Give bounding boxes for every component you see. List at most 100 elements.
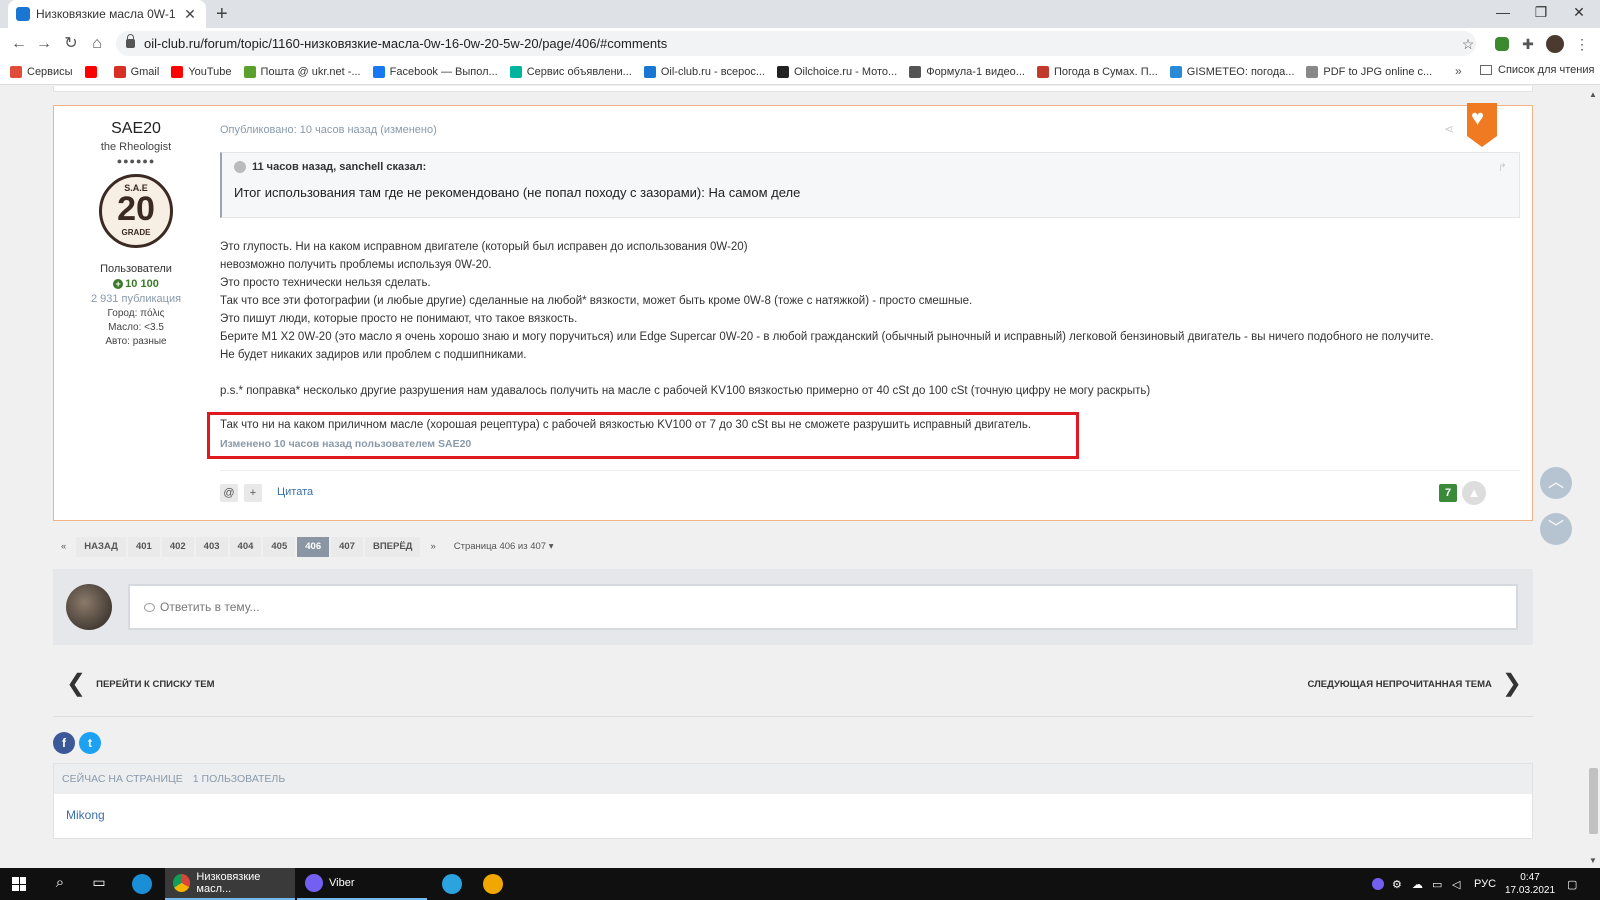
bookmark-star-icon[interactable]: ☆	[1458, 34, 1478, 54]
close-window-icon[interactable]: ✕	[1564, 4, 1594, 21]
page-403[interactable]: 403	[195, 537, 228, 557]
taskbar-chrome[interactable]: Низковязкие масл...	[165, 868, 295, 900]
next-unread-link[interactable]: СЛЕДУЮЩАЯ НЕПРОЧИТАННАЯ ТЕМА ❯	[1308, 670, 1523, 697]
bookmark-favicon-icon	[1169, 65, 1182, 78]
warning-app-icon[interactable]	[483, 874, 503, 894]
last-page-icon[interactable]: »	[422, 537, 443, 557]
windows-start-icon[interactable]	[12, 877, 26, 891]
reply-input[interactable]: Ответить в тему...	[128, 584, 1518, 630]
post-meta[interactable]: Опубликовано: 10 часов назад (изменено)	[220, 124, 437, 136]
minimize-icon[interactable]: —	[1488, 4, 1518, 20]
bookmark-favicon-icon	[10, 65, 22, 78]
bookmark-item[interactable]: Формула-1 видео...	[909, 65, 1025, 78]
page-402[interactable]: 402	[161, 537, 194, 557]
bookmark-label: YouTube	[188, 65, 232, 78]
scroll-top-icon[interactable]: ︿	[1540, 467, 1572, 499]
bookmark-item[interactable]: PDF to JPG online c...	[1306, 65, 1432, 78]
social-share: f t	[53, 732, 101, 754]
reload-icon[interactable]: ↻	[60, 33, 82, 55]
tray-language[interactable]: РУС	[1474, 878, 1496, 890]
share-icon[interactable]: ⋖	[1444, 122, 1454, 136]
home-icon[interactable]: ⌂	[86, 33, 108, 55]
bookmark-item[interactable]: GISMETEO: погода...	[1169, 65, 1295, 78]
tray-cloud-icon[interactable]: ☁	[1412, 878, 1423, 891]
search-icon[interactable]: ⌕	[50, 874, 70, 894]
extension-icon[interactable]	[1492, 34, 1512, 54]
author-name[interactable]: SAE20	[54, 120, 218, 138]
online-user-link[interactable]: Mikong	[54, 794, 1532, 822]
author-post-count[interactable]: 2 931 публикация	[54, 293, 218, 305]
edited-note: Изменено 10 часов назад пользователем SA…	[220, 438, 472, 450]
bookmark-item[interactable]: Oil-club.ru - всерос...	[643, 65, 765, 78]
back-to-topics-link[interactable]: ❮ ПЕРЕЙТИ К СПИСКУ ТЕМ	[66, 672, 215, 696]
bookmark-item[interactable]: Погода в Сумах. П...	[1036, 65, 1158, 78]
bookmark-item[interactable]: Gmail	[113, 65, 159, 78]
multiquote-button[interactable]: +	[244, 484, 262, 502]
current-user-avatar[interactable]	[66, 584, 112, 630]
scroll-down-arrow-icon[interactable]: ▼	[1589, 856, 1597, 865]
author-oil: Масло: <3.5	[108, 322, 164, 333]
quote-collapse-icon[interactable]	[234, 161, 246, 173]
restore-icon[interactable]: ❐	[1526, 4, 1556, 21]
prev-page-button[interactable]: НАЗАД	[76, 537, 126, 557]
bookmark-label: Погода в Сумах. П...	[1053, 65, 1158, 78]
reading-list-button[interactable]: Список для чтения	[1480, 64, 1594, 76]
mention-button[interactable]: @	[220, 484, 238, 502]
page-407[interactable]: 407	[331, 537, 363, 557]
quote-jump-icon[interactable]: ↱	[1498, 161, 1507, 174]
upvote-icon[interactable]: ▲	[1462, 481, 1486, 505]
lock-icon[interactable]	[126, 34, 135, 48]
tray-clock[interactable]: 0:47 17.03.2021	[1505, 871, 1555, 897]
new-tab-icon[interactable]: +	[216, 4, 228, 24]
page-401[interactable]: 401	[127, 537, 160, 557]
page-406-current[interactable]: 406	[297, 537, 330, 557]
address-bar[interactable]: oil-club.ru/forum/topic/1160-низковязкие…	[116, 31, 1476, 56]
taskbar-viber[interactable]: Viber	[297, 868, 427, 900]
badge-bottom-text: GRADE	[121, 228, 151, 237]
bookmark-item[interactable]: Пошта @ ukr.net -...	[243, 65, 361, 78]
forward-arrow-icon[interactable]: →	[33, 33, 55, 55]
bookmark-label: GISMETEO: погода...	[1186, 65, 1295, 78]
bookmark-item[interactable]: Oilchoice.ru - Мото...	[776, 65, 897, 78]
telegram-icon[interactable]	[442, 874, 462, 894]
scroll-up-arrow-icon[interactable]: ▲	[1589, 90, 1597, 99]
url-text[interactable]: oil-club.ru/forum/topic/1160-низковязкие…	[144, 36, 667, 51]
notifications-icon[interactable]: ▢	[1567, 878, 1577, 891]
task-view-icon[interactable]: ▭	[89, 874, 109, 894]
reading-list-icon	[1480, 65, 1492, 75]
close-tab-icon[interactable]: ✕	[182, 6, 198, 23]
page-405[interactable]: 405	[263, 537, 296, 557]
tray-viber-icon[interactable]	[1372, 878, 1384, 890]
bookmark-favicon-icon	[113, 65, 126, 78]
back-arrow-icon[interactable]: ←	[8, 33, 30, 55]
bookmark-item[interactable]: Facebook — Выпол...	[372, 65, 498, 78]
page-jump-dropdown[interactable]: Страница 406 из 407 ▾	[446, 537, 562, 557]
heart-badge-icon[interactable]	[1467, 103, 1497, 147]
tray-network-icon[interactable]: ⚙	[1392, 878, 1402, 891]
puzzle-extensions-icon[interactable]: ✚	[1518, 34, 1538, 54]
tray-monitor-icon[interactable]: ▭	[1432, 878, 1442, 891]
page-scrollbar[interactable]	[1587, 86, 1600, 868]
author-avatar[interactable]: S.A.E 20 GRADE	[99, 174, 173, 248]
chevron-right-icon: ❯	[1501, 670, 1522, 697]
next-page-button[interactable]: ВПЕРЁД	[364, 537, 421, 557]
page-scrollbar-thumb[interactable]	[1589, 768, 1598, 834]
bookmark-item[interactable]	[84, 65, 102, 78]
quote-button[interactable]: Цитата	[277, 486, 313, 498]
browser-tab-active[interactable]: Низковязкие масла 0W-16, 0W- ✕	[8, 0, 206, 28]
tray-volume-icon[interactable]: ◁	[1452, 878, 1460, 891]
bookmark-item[interactable]: Сервисы	[10, 65, 73, 78]
first-page-icon[interactable]: «	[53, 537, 74, 557]
edge-icon[interactable]	[132, 874, 152, 894]
twitter-icon[interactable]: t	[79, 732, 101, 754]
menu-kebab-icon[interactable]: ⋮	[1572, 34, 1592, 54]
bookmarks-overflow-icon[interactable]: »	[1455, 64, 1462, 78]
speech-bubble-icon	[144, 602, 155, 612]
page-404[interactable]: 404	[229, 537, 262, 557]
bookmark-item[interactable]: YouTube	[171, 65, 232, 78]
scroll-bottom-icon[interactable]: ﹀	[1540, 513, 1572, 545]
profile-avatar[interactable]	[1545, 34, 1565, 54]
bookmark-item[interactable]: Сервис объявлени...	[509, 65, 632, 78]
facebook-icon[interactable]: f	[53, 732, 75, 754]
author-title: the Rheologist	[100, 141, 172, 153]
